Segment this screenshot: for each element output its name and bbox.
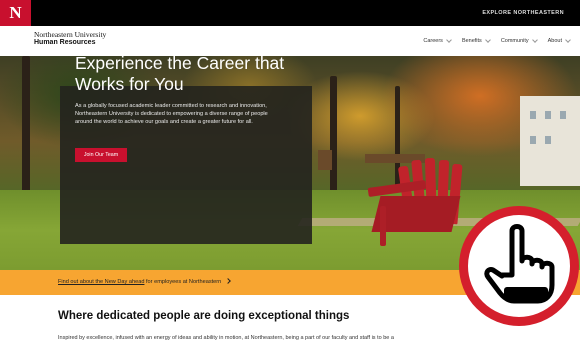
park-bench (318, 150, 332, 170)
northeastern-logo[interactable]: N (0, 0, 31, 26)
nav-item-careers[interactable]: Careers (423, 37, 452, 44)
section-body: Inspired by excellence, infused with an … (58, 335, 394, 341)
announcement-rest: for employees at Northeastern (144, 279, 222, 285)
building-window (530, 136, 536, 144)
nav-item-label: Careers (423, 38, 443, 44)
brand-department-name: Human Resources (34, 39, 96, 46)
click-indicator (459, 206, 579, 326)
site-header: Northeastern University Human Resources … (0, 26, 580, 56)
chevron-right-icon (225, 278, 232, 284)
chevron-down-icon (531, 37, 538, 43)
brand-university-name: Northeastern University (34, 30, 107, 39)
tree-trunk (22, 56, 30, 206)
chair-leg (380, 206, 386, 246)
new-day-link[interactable]: Find out about the New Day ahead (58, 279, 144, 285)
tree-trunk (330, 76, 337, 196)
site-brand[interactable]: Northeastern University Human Resources (34, 31, 106, 47)
hero-title: Experience the Career that Works for You (75, 53, 285, 94)
building-window (530, 111, 536, 119)
nav-item-about[interactable]: About (547, 37, 571, 44)
chevron-down-icon (484, 37, 491, 43)
nav-item-benefits[interactable]: Benefits (461, 37, 491, 44)
explore-northeastern-link[interactable]: EXPLORE NORTHEASTERN (482, 0, 564, 26)
chevron-down-icon (565, 37, 571, 43)
building-window (560, 111, 566, 119)
building-window (545, 136, 551, 144)
section-title: Where dedicated people are doing excepti… (58, 310, 350, 322)
main-nav: Careers Benefits Community About (412, 26, 571, 56)
nav-item-label: Community (500, 38, 529, 44)
chevron-down-icon (446, 37, 452, 43)
nav-item-label: About (547, 38, 562, 44)
nav-item-label: Benefits (461, 38, 482, 44)
building-window (545, 111, 551, 119)
join-our-team-button[interactable]: Join Our Team (75, 148, 127, 162)
announcement-text: Find out about the New Day ahead for emp… (58, 270, 232, 295)
hand-pointer-icon (484, 224, 555, 304)
nav-item-community[interactable]: Community (500, 37, 538, 44)
top-bar: N EXPLORE NORTHEASTERN (0, 0, 580, 26)
hero-description: As a globally focused academic leader co… (75, 103, 268, 125)
